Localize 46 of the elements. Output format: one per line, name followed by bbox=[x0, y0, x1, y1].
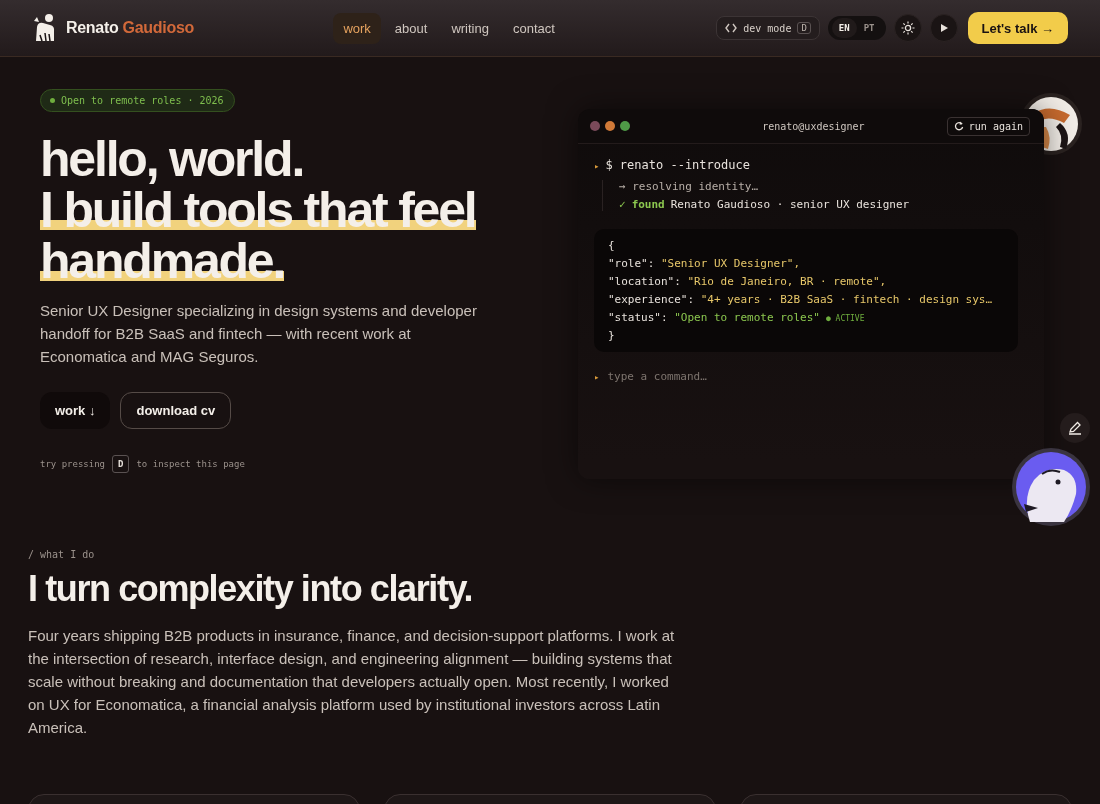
window-dot[interactable] bbox=[620, 121, 630, 131]
dev-mode-button[interactable]: dev mode D bbox=[716, 16, 820, 40]
refresh-icon bbox=[953, 121, 964, 131]
download-button[interactable]: download cv bbox=[120, 392, 232, 429]
work-button[interactable]: work ↓ bbox=[40, 392, 111, 429]
language-option[interactable]: PT bbox=[856, 18, 882, 38]
about-text: Four years shipping B2B products in insurance, finance, and decision-support platforms. I work at the intersection of research, interface design, and engineering alignment — building systems that scale without breaking and documentation that developers actually open. Most recently, I worked on UX for Economatica, a financial analysis platform used by institutional investors across Latin America. bbox=[28, 626, 676, 738]
section-label: / what I do bbox=[28, 549, 96, 560]
hint-text: to inspect this page bbox=[136, 459, 245, 469]
json-line: "status": "Open to remote roles" ● ACTIVE bbox=[608, 311, 866, 324]
nav-link[interactable]: work bbox=[333, 12, 381, 44]
run-again-button[interactable]: run again bbox=[946, 116, 1030, 136]
sun-icon bbox=[900, 21, 915, 35]
terminal-title: renato@uxdesigner bbox=[762, 120, 865, 132]
intro-text: Senior UX Designer specializing in design systems and developer handoff for B2B SaaS and fintech — with recent work at Economatica and MAG Seguros. bbox=[40, 301, 478, 367]
prompt-marker: ▸ bbox=[594, 161, 600, 171]
section-heading: I turn complexity into clarity. bbox=[28, 568, 474, 610]
output-line: Renato Gaudioso · senior UX designer bbox=[670, 198, 910, 211]
hint-text: try pressing bbox=[40, 459, 106, 469]
pencil-icon bbox=[1068, 421, 1082, 435]
brace: } bbox=[608, 329, 616, 342]
check-mark: ✓ bbox=[619, 198, 626, 211]
nav-link[interactable]: about bbox=[384, 12, 438, 44]
nav-link[interactable]: contact bbox=[502, 12, 565, 44]
json-line: "role": "Senior UX Designer", bbox=[608, 257, 802, 270]
found-label: found bbox=[631, 198, 665, 211]
status-badge: Open to remote roles · 2026 bbox=[40, 89, 235, 112]
command-input[interactable]: type a command… bbox=[607, 368, 908, 385]
brand-name[interactable]: Renato Gaudioso bbox=[66, 19, 194, 37]
code-icon bbox=[725, 23, 738, 33]
window-dot[interactable] bbox=[590, 121, 600, 131]
output-line: → resolving identity… bbox=[619, 180, 760, 193]
brace: { bbox=[608, 239, 616, 252]
cta-button[interactable]: Let's talk → bbox=[967, 12, 1068, 44]
command-text: $ renato --introduce bbox=[605, 158, 750, 172]
json-line: "experience": "4+ years · B2B SaaS · fintech · design sys… bbox=[608, 293, 994, 306]
nav-link[interactable]: writing bbox=[441, 12, 499, 44]
window-dot[interactable] bbox=[605, 121, 615, 131]
prompt-marker: ▸ bbox=[594, 371, 600, 382]
json-line: "location": "Rio de Janeiro, BR · remote", bbox=[608, 275, 888, 288]
language-option[interactable]: EN bbox=[831, 18, 857, 38]
key-cap: D bbox=[112, 455, 130, 473]
play-button[interactable] bbox=[929, 14, 958, 42]
edit-button[interactable] bbox=[1060, 413, 1090, 443]
theme-button[interactable] bbox=[893, 14, 922, 42]
play-icon bbox=[938, 23, 949, 33]
